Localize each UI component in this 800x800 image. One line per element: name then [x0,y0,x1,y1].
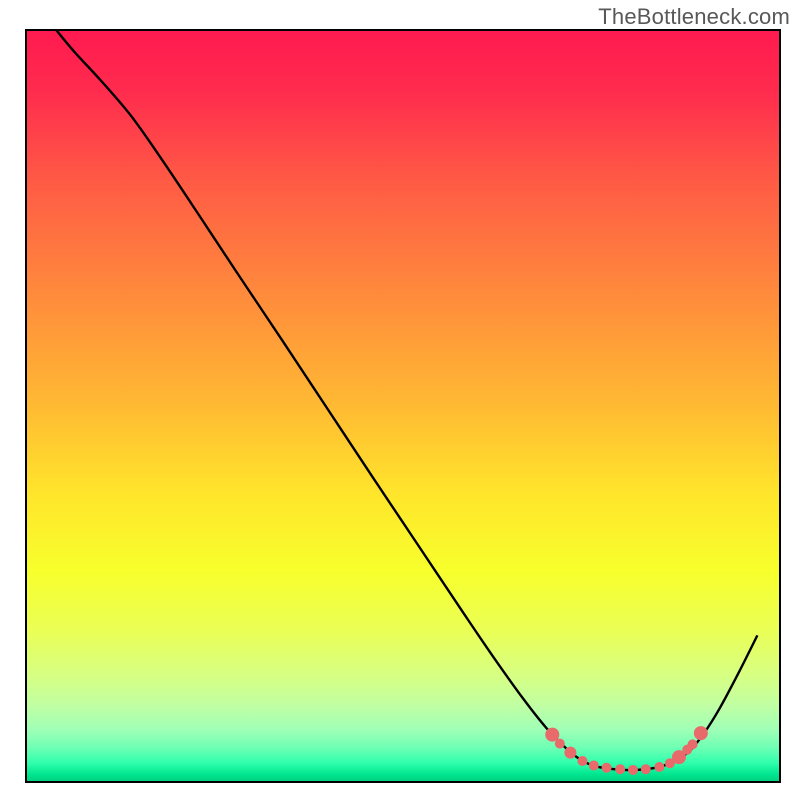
gradient-background [26,30,780,782]
data-marker [628,765,638,775]
data-marker [589,760,599,770]
data-marker [641,764,651,774]
chart-svg [0,0,800,800]
data-marker [602,763,612,773]
data-marker [577,756,587,766]
data-marker [688,739,698,749]
data-marker [564,747,576,759]
data-marker [555,739,565,749]
plot-group [26,30,780,782]
data-marker [615,764,625,774]
data-marker [694,726,708,740]
data-marker [654,762,664,772]
chart-root: TheBottleneck.com [0,0,800,800]
